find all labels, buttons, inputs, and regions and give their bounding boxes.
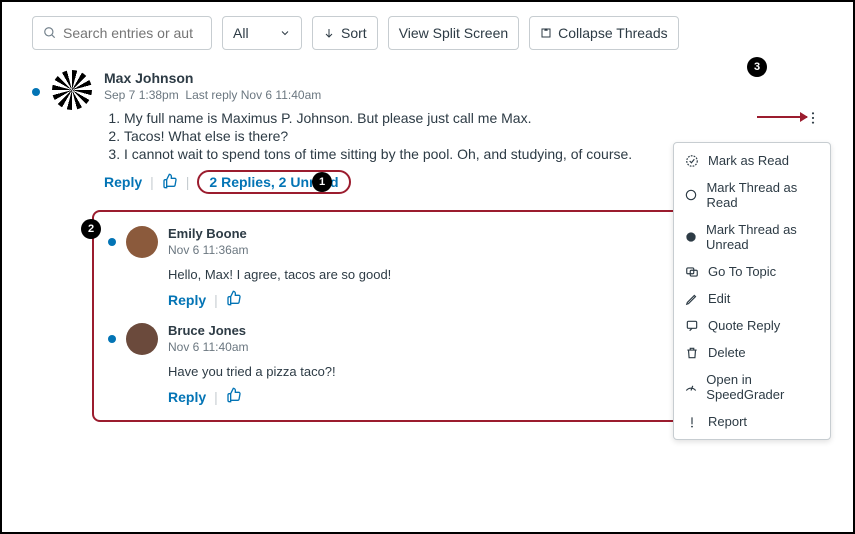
menu-edit[interactable]: Edit (674, 285, 830, 312)
reply-timestamp: Nov 6 11:40am (168, 340, 672, 354)
like-button[interactable] (226, 290, 242, 309)
report-icon (684, 415, 700, 429)
sort-label: Sort (341, 25, 367, 41)
topic-icon (684, 265, 700, 279)
unread-indicator (32, 88, 40, 96)
mark-read-icon (684, 154, 700, 168)
menu-label: Edit (708, 291, 730, 306)
replies-container: 2 Emily Boone Nov 6 11:36am Hello, Max! … (92, 210, 692, 422)
menu-label: Delete (708, 345, 746, 360)
pencil-icon (684, 292, 700, 306)
post-options-button[interactable] (805, 110, 821, 129)
menu-mark-thread-unread[interactable]: Mark Thread as Unread (674, 216, 830, 258)
collapse-icon (540, 27, 552, 39)
last-reply-time: Last reply Nov 6 11:40am (185, 88, 321, 102)
menu-delete[interactable]: Delete (674, 339, 830, 366)
like-button[interactable] (162, 173, 178, 192)
search-input-wrapper[interactable] (32, 16, 212, 50)
menu-label: Report (708, 414, 747, 429)
reply-button[interactable]: Reply (168, 389, 206, 405)
menu-label: Quote Reply (708, 318, 780, 333)
post-list-item: My full name is Maximus P. Johnson. But … (124, 110, 823, 126)
post-timestamp: Sep 7 1:38pm (104, 88, 179, 102)
search-icon (43, 26, 57, 40)
unread-indicator (108, 238, 116, 246)
sort-button[interactable]: Sort (312, 16, 378, 50)
collapse-threads-button[interactable]: Collapse Threads (529, 16, 678, 50)
reply-post: Bruce Jones Nov 6 11:40am Have you tried… (108, 323, 672, 406)
menu-report[interactable]: Report (674, 408, 830, 435)
avatar[interactable] (126, 323, 158, 355)
avatar[interactable] (126, 226, 158, 258)
filter-dropdown[interactable]: All (222, 16, 302, 50)
like-button[interactable] (226, 387, 242, 406)
reply-button[interactable]: Reply (104, 174, 142, 190)
unread-indicator (108, 335, 116, 343)
toolbar: All Sort View Split Screen Collapse Thre… (2, 2, 853, 60)
reply-button[interactable]: Reply (168, 292, 206, 308)
options-menu: Mark as Read Mark Thread as Read Mark Th… (673, 142, 831, 440)
menu-speedgrader[interactable]: Open in SpeedGrader (674, 366, 830, 408)
collapse-label: Collapse Threads (558, 25, 667, 41)
circle-empty-icon (684, 188, 698, 202)
menu-label: Open in SpeedGrader (706, 372, 820, 402)
chevron-down-icon (279, 27, 291, 39)
annotation-badge-3: 3 (747, 57, 767, 77)
reply-author-name[interactable]: Emily Boone (168, 226, 672, 241)
annotation-badge-2: 2 (81, 219, 101, 239)
annotation-arrow (757, 116, 807, 118)
author-name[interactable]: Max Johnson (104, 70, 823, 86)
menu-go-to-topic[interactable]: Go To Topic (674, 258, 830, 285)
menu-mark-read[interactable]: Mark as Read (674, 147, 830, 174)
menu-mark-thread-read[interactable]: Mark Thread as Read (674, 174, 830, 216)
avatar[interactable] (52, 70, 92, 110)
menu-label: Go To Topic (708, 264, 776, 279)
post-meta: Sep 7 1:38pm Last reply Nov 6 11:40am (104, 88, 823, 102)
menu-label: Mark Thread as Unread (706, 222, 820, 252)
quote-icon (684, 319, 700, 333)
circle-filled-icon (684, 230, 698, 244)
reply-timestamp: Nov 6 11:36am (168, 243, 672, 257)
split-label: View Split Screen (399, 25, 508, 41)
search-input[interactable] (63, 25, 193, 41)
speedgrader-icon (684, 380, 698, 394)
filter-label: All (233, 25, 249, 41)
annotation-badge-1: 1 (312, 172, 332, 192)
trash-icon (684, 346, 700, 360)
arrow-down-icon (323, 27, 335, 39)
menu-label: Mark Thread as Read (706, 180, 820, 210)
reply-post: Emily Boone Nov 6 11:36am Hello, Max! I … (108, 226, 672, 309)
reply-author-name[interactable]: Bruce Jones (168, 323, 672, 338)
reply-text: Hello, Max! I agree, tacos are so good! (168, 267, 672, 282)
menu-quote-reply[interactable]: Quote Reply (674, 312, 830, 339)
menu-label: Mark as Read (708, 153, 789, 168)
view-split-button[interactable]: View Split Screen (388, 16, 519, 50)
reply-text: Have you tried a pizza taco?! (168, 364, 672, 379)
